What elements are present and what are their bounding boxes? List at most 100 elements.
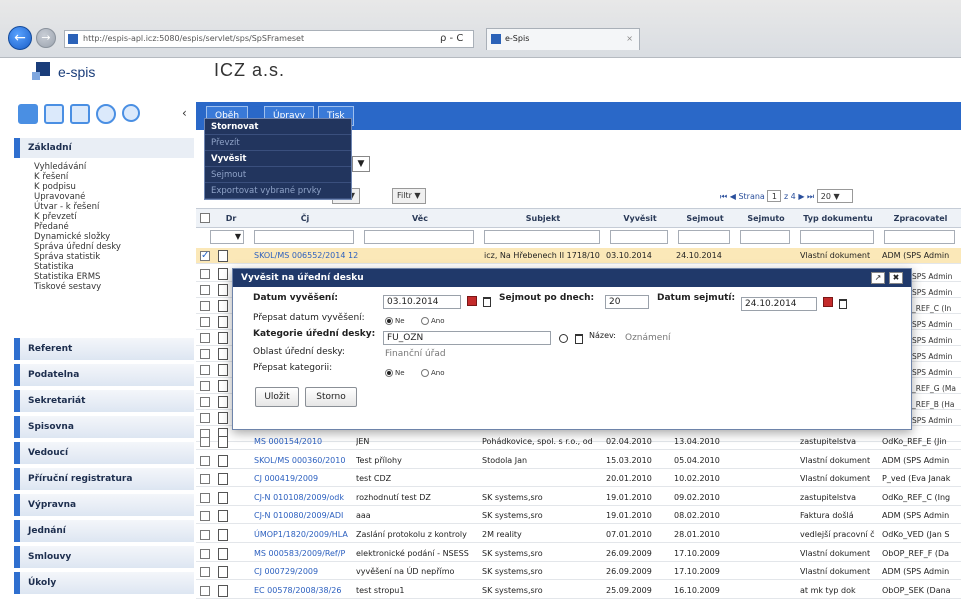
trash-icon[interactable] — [575, 334, 583, 344]
row-checkbox[interactable] — [200, 474, 210, 485]
row-checkbox[interactable] — [200, 301, 210, 311]
column-header[interactable]: Věc — [360, 209, 480, 229]
row-checkbox[interactable] — [200, 349, 210, 359]
new-doc-icon[interactable] — [18, 104, 38, 124]
table-row[interactable]: SKOL/MS 000360/2010 Test přílohy Stodola J… — [196, 453, 961, 469]
date-posted-input[interactable]: 03.10.2014 — [383, 295, 461, 309]
row-checkbox[interactable] — [200, 285, 210, 295]
remove-after-input[interactable]: 20 — [605, 295, 649, 309]
row-checkbox[interactable] — [200, 248, 210, 264]
view-select[interactable]: ▼ — [352, 156, 370, 172]
gear-icon[interactable] — [96, 104, 116, 124]
trash-icon[interactable] — [839, 299, 847, 309]
cell-cj[interactable]: ÚMOP1/1820/2009/HLA — [254, 527, 358, 543]
filter-button[interactable]: Filtr ▼ — [392, 188, 426, 204]
sidebar-item[interactable]: Statistika — [34, 262, 194, 272]
column-filter-input[interactable] — [484, 230, 600, 244]
back-button[interactable]: ← — [8, 26, 32, 50]
row-checkbox[interactable] — [200, 381, 210, 391]
dropdown-item[interactable]: Vyvěsit — [205, 151, 351, 167]
sidebar-collapse-icon[interactable]: ‹ — [182, 106, 187, 120]
dropdown-item[interactable]: Stornovat — [205, 119, 351, 135]
pager-next-last[interactable]: ▶ ⏭ — [798, 192, 814, 201]
sidebar-item[interactable]: Útvar - k řešení — [34, 202, 194, 212]
sidebar-item[interactable]: K řešení — [34, 172, 194, 182]
row-checkbox[interactable] — [200, 585, 210, 596]
cell-cj[interactable]: MS 000154/2010 — [254, 434, 358, 450]
sidebar-item[interactable]: Správa úřední desky — [34, 242, 194, 252]
dropdown-item[interactable]: Sejmout — [205, 167, 351, 183]
overwrite-cat-yes-radio[interactable] — [421, 369, 429, 377]
select-all-checkbox[interactable] — [200, 213, 210, 223]
table-row[interactable]: MS 000583/2009/Ref/P elektronické podání … — [196, 546, 961, 562]
column-filter-input[interactable] — [800, 230, 874, 244]
column-header[interactable]: Čj — [250, 209, 360, 229]
sidebar-section[interactable]: Příruční registratura — [14, 468, 194, 490]
row-checkbox[interactable] — [200, 567, 210, 578]
list-icon[interactable] — [70, 104, 90, 124]
dialog-restore-button[interactable]: ↗ — [871, 272, 885, 284]
dropdown-item[interactable]: Exportovat vybrané prvky — [205, 183, 351, 199]
cell-cj[interactable]: EC 00578/2008/38/26 — [254, 583, 358, 599]
overwrite-date-no-radio[interactable] — [385, 317, 393, 325]
table-row[interactable]: SKOL/MS 006552/2014 123 icz, Na Hřebenech… — [196, 248, 961, 264]
column-header[interactable]: Sejmuto — [736, 209, 796, 229]
row-checkbox[interactable] — [200, 492, 210, 503]
table-row[interactable]: CJ-N 010108/2009/odk rozhodnutí test DZ SK… — [196, 490, 961, 506]
column-header[interactable]: Zpracovatel — [880, 209, 961, 229]
row-checkbox[interactable] — [200, 437, 210, 447]
date-removed-input[interactable]: 24.10.2014 — [741, 297, 817, 311]
table-row[interactable]: EC 00578/2008/38/26 test stropu1 SK system… — [196, 583, 961, 599]
calendar-icon[interactable] — [823, 297, 833, 307]
row-checkbox[interactable] — [200, 317, 210, 327]
browser-tab[interactable]: e-Spis × — [486, 28, 640, 50]
tab-close-icon[interactable]: × — [626, 29, 633, 49]
sidebar-section[interactable]: Spisovna — [14, 416, 194, 438]
folder-icon[interactable] — [44, 104, 64, 124]
sidebar-section[interactable]: Podatelna — [14, 364, 194, 386]
overwrite-cat-no-radio[interactable] — [385, 369, 393, 377]
sidebar-item[interactable]: Statistika ERMS — [34, 272, 194, 282]
row-checkbox[interactable] — [200, 511, 210, 522]
column-header[interactable]: Dr — [216, 209, 246, 229]
column-filter-input[interactable] — [740, 230, 790, 244]
sidebar-item[interactable]: Dynamické složky — [34, 232, 194, 242]
search-refresh-buttons[interactable]: ρ - C — [440, 30, 463, 48]
sidebar-section[interactable]: Sekretariát — [14, 390, 194, 412]
row-checkbox[interactable] — [200, 333, 210, 343]
sidebar-item[interactable]: K převzetí — [34, 212, 194, 222]
sidebar-section[interactable]: Smlouvy — [14, 546, 194, 568]
column-header[interactable]: Vyvěsit — [606, 209, 674, 229]
row-checkbox[interactable] — [200, 365, 210, 375]
cell-cj[interactable]: SKOL/MS 006552/2014 123 — [254, 248, 358, 264]
column-header[interactable]: Typ dokumentu — [796, 209, 880, 229]
cell-cj[interactable]: CJ 000419/2009 — [254, 471, 358, 487]
sidebar-section-basic[interactable]: Základní — [14, 138, 194, 158]
cell-cj[interactable]: CJ-N 010108/2009/odk — [254, 490, 358, 506]
dr-filter-select[interactable]: ▼ — [210, 230, 244, 244]
cancel-button[interactable]: Storno — [305, 387, 357, 407]
row-checkbox[interactable] — [200, 413, 210, 423]
overwrite-date-yes-radio[interactable] — [421, 317, 429, 325]
cell-cj[interactable]: MS 000583/2009/Ref/P — [254, 546, 358, 562]
row-checkbox[interactable] — [200, 269, 210, 279]
per-page-select[interactable]: 20 ▼ — [816, 189, 853, 203]
table-row[interactable]: CJ 000419/2009 test CDZ 20.01.2010 10.02.20… — [196, 471, 961, 488]
table-row[interactable]: CJ-N 010080/2009/ADI aaa SK systems,sro 19.… — [196, 508, 961, 525]
column-filter-input[interactable] — [678, 230, 730, 244]
column-header[interactable]: Sejmout — [674, 209, 736, 229]
search-icon[interactable] — [559, 334, 568, 343]
table-row[interactable]: ÚMOP1/1820/2009/HLA Zaslání protokolu z k… — [196, 527, 961, 543]
cell-cj[interactable]: CJ 000729/2009 — [254, 564, 358, 580]
sidebar-section[interactable]: Jednání — [14, 520, 194, 542]
page-input[interactable]: 1 — [767, 190, 782, 202]
row-checkbox[interactable] — [200, 455, 210, 466]
search-icon[interactable] — [122, 104, 140, 122]
category-input[interactable]: FU_OZN — [383, 331, 551, 345]
dialog-close-button[interactable]: ✖ — [889, 272, 903, 284]
column-filter-input[interactable] — [364, 230, 474, 244]
sidebar-section[interactable]: Vedoucí — [14, 442, 194, 464]
forward-button[interactable]: → — [36, 28, 56, 48]
column-filter-input[interactable] — [254, 230, 354, 244]
dropdown-item[interactable]: Převzít — [205, 135, 351, 151]
